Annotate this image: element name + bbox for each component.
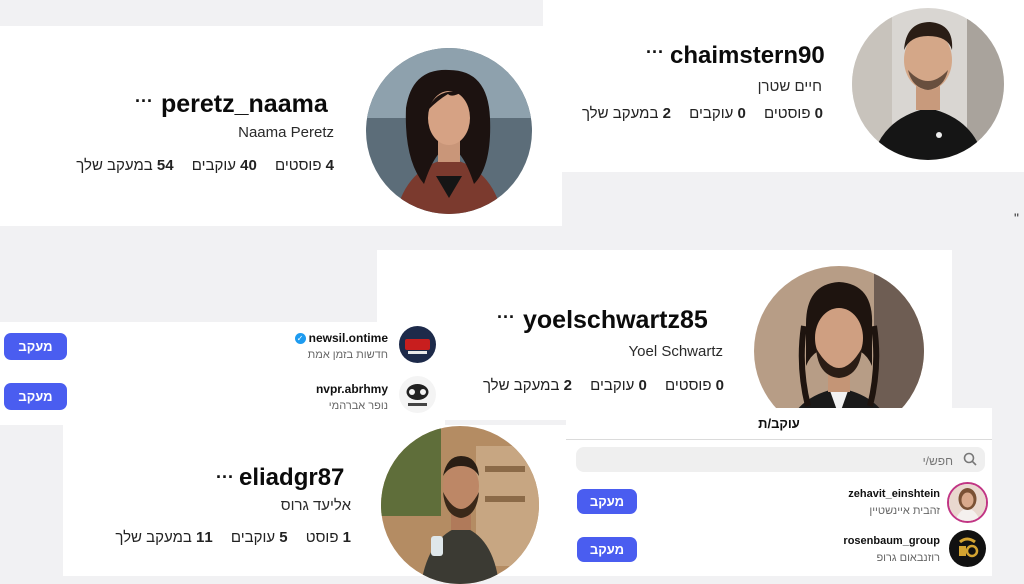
stat-posts[interactable]: 1 פוסט [306, 529, 351, 546]
profile-avatar[interactable] [366, 48, 532, 214]
follow-button[interactable]: מעקב [4, 383, 67, 410]
profile-fullname: אליעד גרוס [280, 497, 351, 514]
profile-card-chaimstern90: ... chaimstern90 חיים שטרן 0 פוסטים 0 עו… [543, 0, 1024, 172]
profile-fullname: חיים שטרן [757, 78, 822, 95]
avatar[interactable] [947, 482, 988, 523]
search-icon [963, 452, 977, 466]
profile-stats: 0 פוסטים 0 עוקבים 2 במעקב שלך [469, 377, 724, 394]
list-subtitle: חדשות בזמן אמת [307, 349, 388, 361]
stat-followers[interactable]: 0 עוקבים [689, 105, 746, 122]
avatar[interactable] [399, 326, 436, 363]
list-username[interactable]: nvpr.abrhmy [316, 382, 388, 396]
more-options-icon[interactable]: ... [135, 86, 153, 107]
profile-stats: 0 פוסטים 0 עוקבים 2 במעקב שלך [568, 105, 823, 122]
follow-button[interactable]: מעקב [577, 489, 637, 514]
profile-avatar[interactable] [381, 426, 539, 584]
suggested-follow-list: מעקב ✓ newsil.ontime חדשות בזמן אמת מעקב … [0, 322, 445, 425]
stat-posts[interactable]: 0 פוסטים [665, 377, 724, 394]
stat-following[interactable]: 54 במעקב שלך [76, 157, 173, 174]
verified-badge-icon: ✓ [294, 333, 306, 345]
follow-button[interactable]: מעקב [4, 333, 67, 360]
followers-panel: עוקב/ת מעקב zehavit_einshtein זהבית איינ… [566, 408, 992, 576]
stat-posts[interactable]: 0 פוסטים [764, 105, 823, 122]
profile-username: yoelschwartz85 [523, 306, 708, 334]
profile-stats: 4 פוסטים 40 עוקבים 54 במעקב שלך [62, 157, 334, 174]
profile-stats: 1 פוסט 5 עוקבים 11 במעקב שלך [101, 529, 351, 546]
profile-fullname: Naama Peretz [238, 124, 334, 141]
profile-username: chaimstern90 [670, 42, 825, 69]
more-options-icon[interactable]: ... [646, 37, 664, 58]
list-username[interactable]: ✓ newsil.ontime [294, 331, 388, 345]
profile-fullname: Yoel Schwartz [628, 343, 724, 360]
stat-following[interactable]: 11 במעקב שלך [115, 529, 212, 546]
panel-title: עוקב/ת [758, 416, 800, 431]
list-subtitle: רוזנבאום גרופ [876, 552, 940, 564]
profile-username: eliadgr87 [239, 464, 345, 491]
search-box[interactable] [576, 447, 985, 472]
search-input[interactable] [584, 450, 955, 471]
profile-card-eliadgr87: ... eliadgr87 אליעד גרוס 1 פוסט 5 עוקבים… [63, 425, 576, 584]
list-username[interactable]: rosenbaum_group [843, 535, 940, 547]
avatar[interactable] [399, 376, 436, 413]
more-options-icon[interactable]: ... [216, 462, 234, 483]
list-subtitle: זהבית איינשטיין [869, 505, 940, 517]
profile-card-peretz_naama: ... peretz_naama Naama Peretz 4 פוסטים 4… [0, 26, 562, 226]
list-username[interactable]: zehavit_einshtein [848, 488, 940, 500]
profile-username: peretz_naama [161, 90, 328, 118]
profile-avatar[interactable] [852, 8, 1004, 160]
more-options-icon[interactable]: ... [497, 302, 515, 323]
profile-card-yoelschwartz85: ... yoelschwartz85 Yoel Schwartz 0 פוסטי… [377, 250, 952, 436]
stat-following[interactable]: 2 במעקב שלך [483, 377, 572, 394]
panel-divider [566, 439, 992, 440]
stat-followers[interactable]: 0 עוקבים [590, 377, 647, 394]
list-subtitle: נופר אברהמי [328, 400, 388, 412]
stat-followers[interactable]: 5 עוקבים [231, 529, 288, 546]
stray-mark: " [1014, 210, 1019, 226]
stat-following[interactable]: 2 במעקב שלך [582, 105, 671, 122]
follow-button[interactable]: מעקב [577, 537, 637, 562]
avatar[interactable] [949, 530, 986, 567]
stat-followers[interactable]: 40 עוקבים [192, 157, 257, 174]
stat-posts[interactable]: 4 פוסטים [275, 157, 334, 174]
